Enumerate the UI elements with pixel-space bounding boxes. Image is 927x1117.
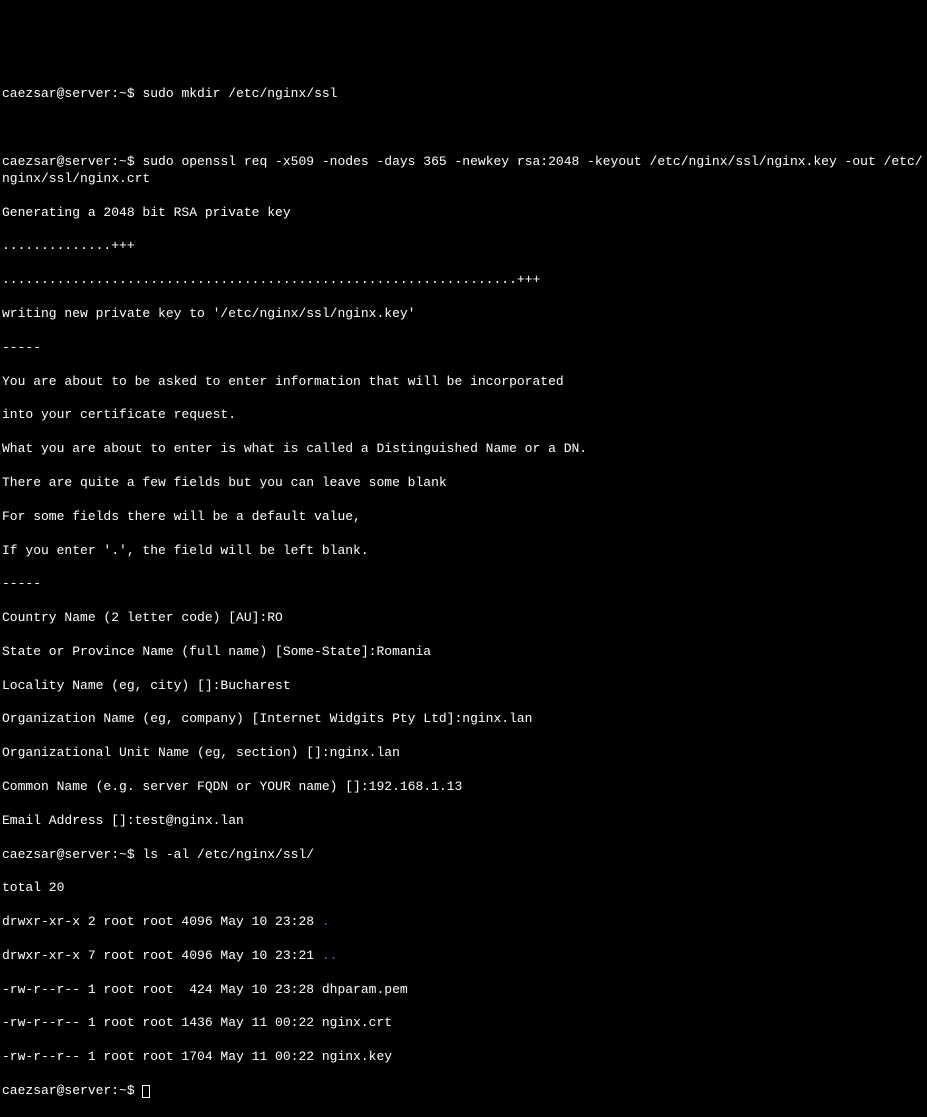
output-line: There are quite a few fields but you can… bbox=[2, 475, 925, 492]
prompt: caezsar@server:~$ bbox=[2, 1083, 142, 1098]
prompt: caezsar@server:~$ bbox=[2, 86, 142, 101]
output-line: For some fields there will be a default … bbox=[2, 509, 925, 526]
output-line: writing new private key to '/etc/nginx/s… bbox=[2, 306, 925, 323]
output-line: Email Address []:test@nginx.lan bbox=[2, 813, 925, 830]
output-line: You are about to be asked to enter infor… bbox=[2, 374, 925, 391]
command-line: caezsar@server:~$ bbox=[2, 1083, 925, 1100]
file-perms: drwxr-xr-x 7 root root 4096 May 10 23:21 bbox=[2, 948, 322, 963]
directory-name: .. bbox=[322, 948, 338, 963]
ls-entry: drwxr-xr-x 2 root root 4096 May 10 23:28… bbox=[2, 914, 925, 931]
output-line: Locality Name (eg, city) []:Bucharest bbox=[2, 678, 925, 695]
blank-line bbox=[2, 120, 925, 137]
command-line: caezsar@server:~$ ls -al /etc/nginx/ssl/ bbox=[2, 847, 925, 864]
command-text: ls -al /etc/nginx/ssl/ bbox=[142, 847, 314, 862]
output-line: total 20 bbox=[2, 880, 925, 897]
command-text: sudo mkdir /etc/nginx/ssl bbox=[142, 86, 337, 101]
ls-entry: drwxr-xr-x 7 root root 4096 May 10 23:21… bbox=[2, 948, 925, 965]
ls-entry: -rw-r--r-- 1 root root 1704 May 11 00:22… bbox=[2, 1049, 925, 1066]
output-line: Organizational Unit Name (eg, section) [… bbox=[2, 745, 925, 762]
output-line: ----- bbox=[2, 576, 925, 593]
output-line: State or Province Name (full name) [Some… bbox=[2, 644, 925, 661]
ls-entry: -rw-r--r-- 1 root root 424 May 10 23:28 … bbox=[2, 982, 925, 999]
output-line: If you enter '.', the field will be left… bbox=[2, 543, 925, 560]
output-line: into your certificate request. bbox=[2, 407, 925, 424]
output-line: Generating a 2048 bit RSA private key bbox=[2, 205, 925, 222]
terminal-window[interactable]: caezsar@server:~$ sudo mkdir /etc/nginx/… bbox=[2, 70, 925, 655]
output-line: ........................................… bbox=[2, 272, 925, 289]
output-line: Common Name (e.g. server FQDN or YOUR na… bbox=[2, 779, 925, 796]
cursor[interactable] bbox=[142, 1085, 150, 1098]
command-line: caezsar@server:~$ sudo mkdir /etc/nginx/… bbox=[2, 86, 925, 103]
prompt: caezsar@server:~$ bbox=[2, 154, 142, 169]
file-perms: drwxr-xr-x 2 root root 4096 May 10 23:28 bbox=[2, 914, 322, 929]
output-line: What you are about to enter is what is c… bbox=[2, 441, 925, 458]
output-line: ----- bbox=[2, 340, 925, 357]
ls-entry: -rw-r--r-- 1 root root 1436 May 11 00:22… bbox=[2, 1015, 925, 1032]
output-line: Organization Name (eg, company) [Interne… bbox=[2, 711, 925, 728]
directory-name: . bbox=[322, 914, 330, 929]
output-line: Country Name (2 letter code) [AU]:RO bbox=[2, 610, 925, 627]
prompt: caezsar@server:~$ bbox=[2, 847, 142, 862]
command-line: caezsar@server:~$ sudo openssl req -x509… bbox=[2, 154, 925, 188]
output-line: ..............+++ bbox=[2, 238, 925, 255]
